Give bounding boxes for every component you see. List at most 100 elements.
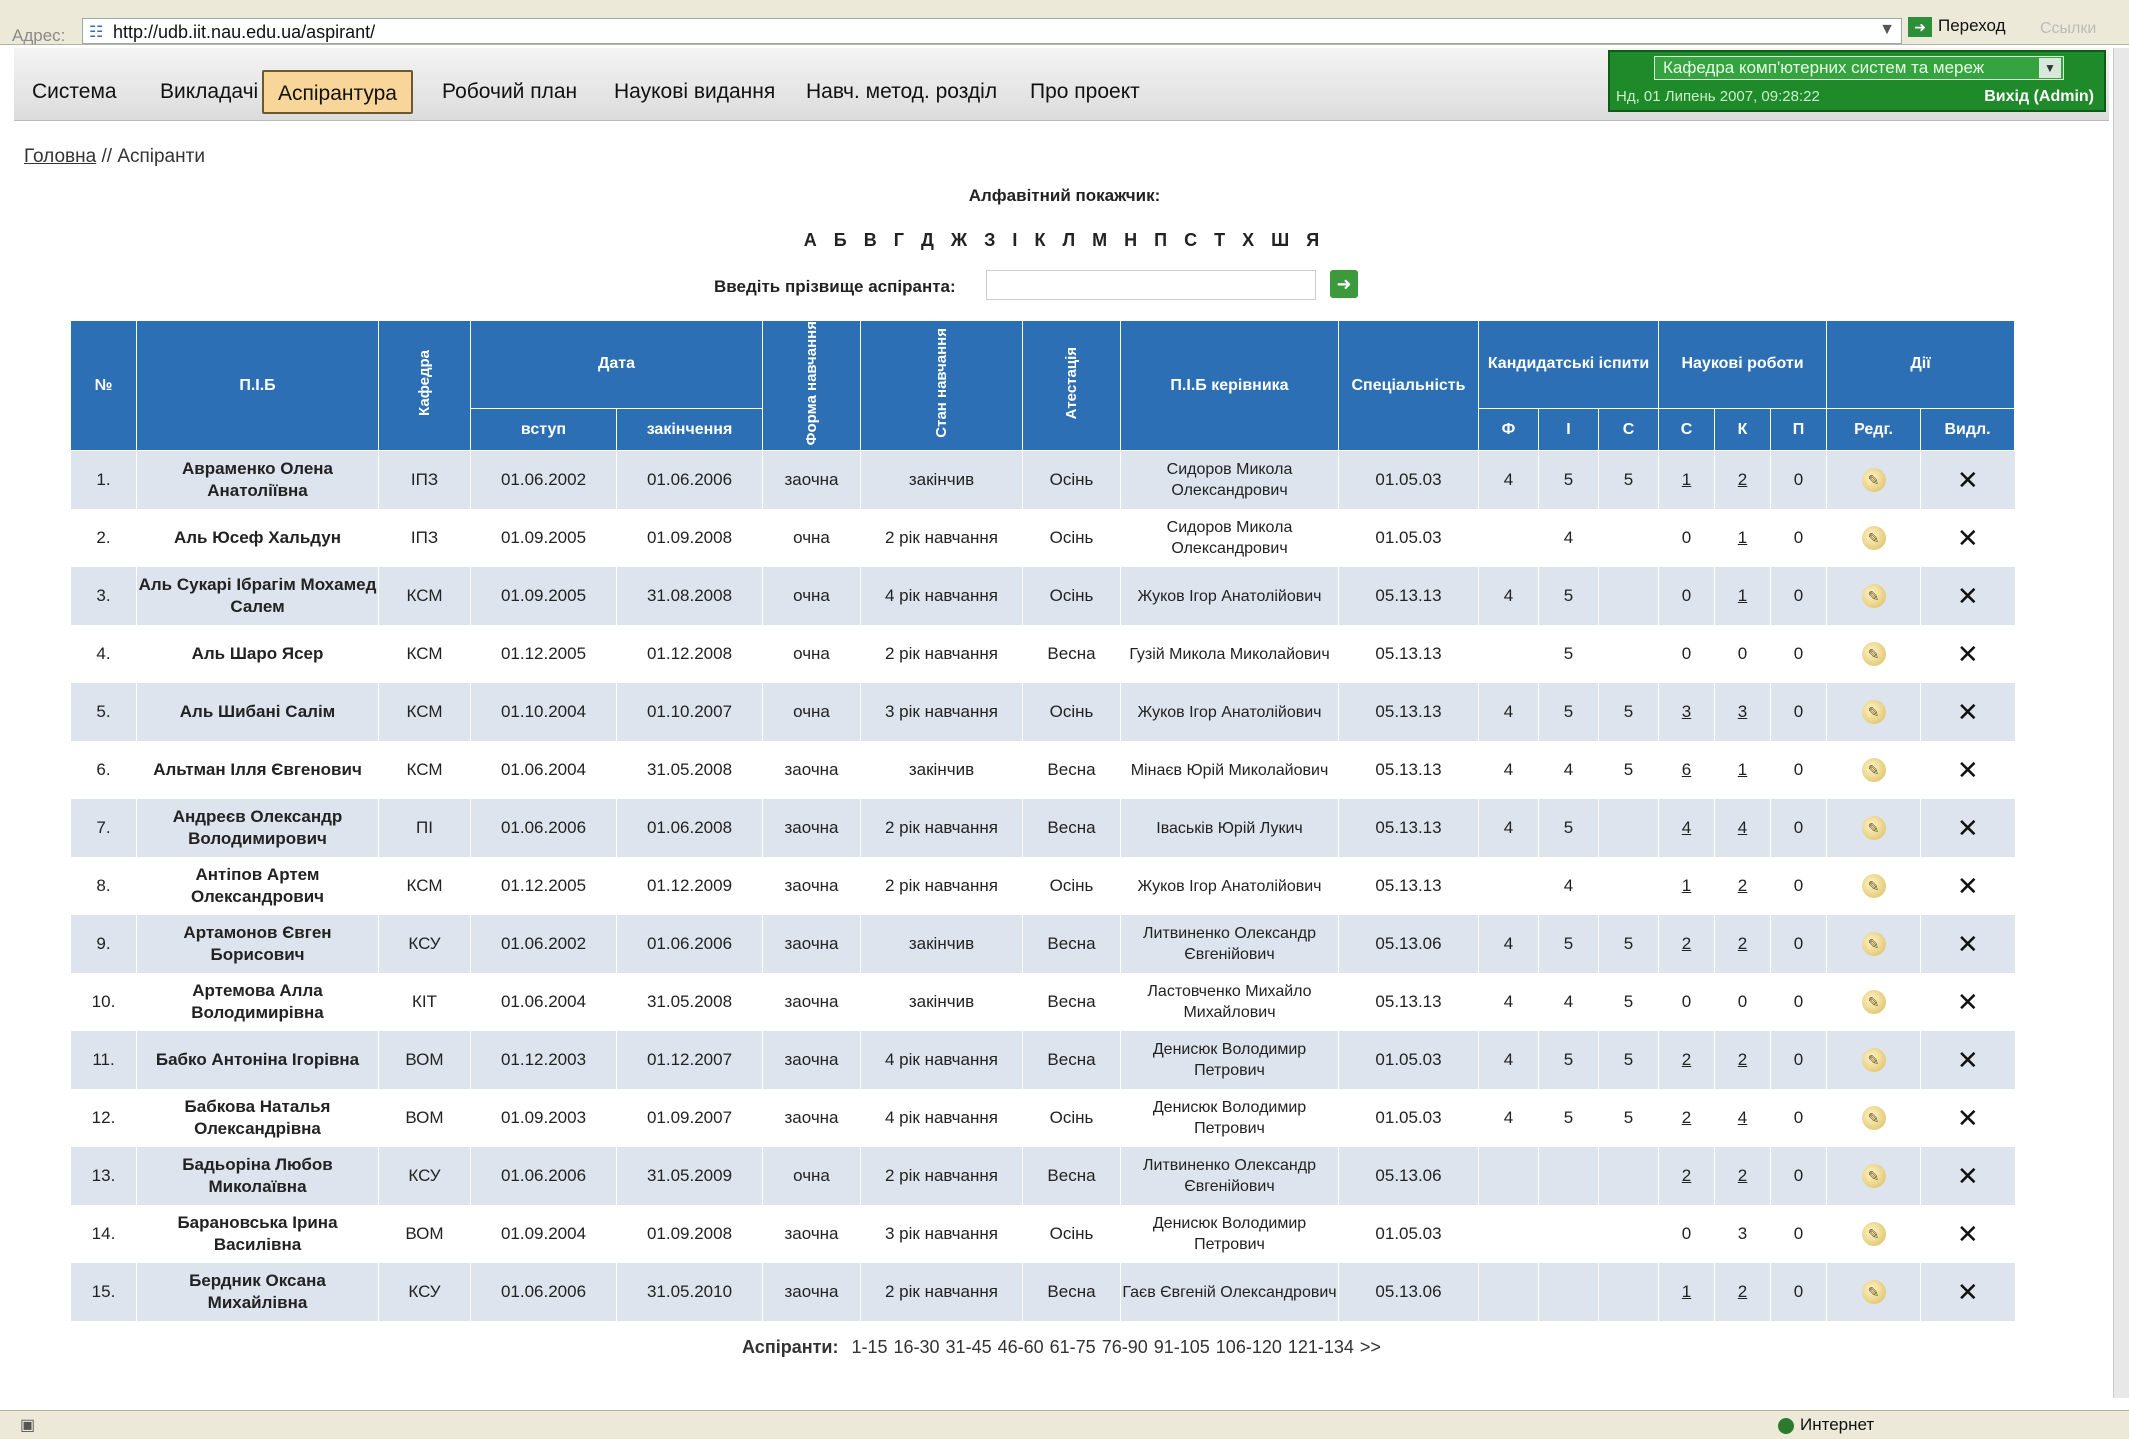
work-s-value[interactable]: 1 bbox=[1682, 1282, 1691, 1301]
col-supervisor[interactable]: П.І.Б керівника bbox=[1120, 319, 1339, 452]
work-s-value[interactable]: 6 bbox=[1682, 760, 1691, 779]
logout-link[interactable]: Вихід (Admin) bbox=[1984, 88, 2094, 106]
chevron-down-icon[interactable]: ▼ bbox=[1879, 21, 1895, 39]
work-s-value[interactable]: 2 bbox=[1682, 1050, 1691, 1069]
work-k-value[interactable]: 2 bbox=[1738, 876, 1747, 895]
work-s-value[interactable]: 2 bbox=[1682, 1108, 1691, 1127]
col-dept[interactable]: Кафедра bbox=[378, 319, 471, 452]
cell-name[interactable]: Бадьоріна Любов Миколаївна bbox=[136, 1147, 379, 1206]
alphabet-letter[interactable]: В bbox=[864, 230, 883, 250]
cell-name[interactable]: Бабкова Наталья Олександрівна bbox=[136, 1089, 379, 1148]
alphabet-letter[interactable]: Ж bbox=[951, 230, 973, 250]
alphabet-letter[interactable]: Т bbox=[1214, 230, 1231, 250]
work-k-value[interactable]: 2 bbox=[1738, 934, 1747, 953]
delete-icon[interactable]: ✕ bbox=[1957, 523, 1979, 553]
delete-icon[interactable]: ✕ bbox=[1957, 871, 1979, 901]
page-link[interactable]: 91-105 bbox=[1154, 1337, 1210, 1357]
alphabet-letter[interactable]: К bbox=[1034, 230, 1051, 250]
delete-icon[interactable]: ✕ bbox=[1957, 813, 1979, 843]
work-k-value[interactable]: 1 bbox=[1738, 528, 1747, 547]
alphabet-letter[interactable]: Я bbox=[1306, 230, 1325, 250]
cell-name[interactable]: Бабко Антоніна Ігорівна bbox=[136, 1031, 379, 1090]
page-link[interactable]: 31-45 bbox=[946, 1337, 992, 1357]
delete-icon[interactable]: ✕ bbox=[1957, 465, 1979, 495]
delete-icon[interactable]: ✕ bbox=[1957, 1219, 1979, 1249]
work-k-value[interactable]: 3 bbox=[1738, 702, 1747, 721]
delete-icon[interactable]: ✕ bbox=[1957, 1161, 1979, 1191]
page-link[interactable]: 46-60 bbox=[998, 1337, 1044, 1357]
cell-name[interactable]: Аль Сукарі Ібрагім Мохамед Салем bbox=[136, 567, 379, 626]
alphabet-letter[interactable]: Ш bbox=[1271, 230, 1295, 250]
alphabet-letter[interactable]: З bbox=[984, 230, 1001, 250]
edit-icon[interactable]: ✎ bbox=[1861, 758, 1886, 783]
cell-name[interactable]: Аль Юсеф Хальдун bbox=[136, 509, 379, 568]
delete-icon[interactable]: ✕ bbox=[1957, 1277, 1979, 1307]
work-s-value[interactable]: 2 bbox=[1682, 934, 1691, 953]
nav-item-publications[interactable]: Наукові видання bbox=[600, 70, 789, 114]
nav-item-teachers[interactable]: Викладачі bbox=[146, 70, 272, 114]
edit-icon[interactable]: ✎ bbox=[1861, 874, 1886, 899]
page-link[interactable]: >> bbox=[1360, 1337, 1381, 1357]
alphabet-letter[interactable]: І bbox=[1012, 230, 1023, 250]
cell-name[interactable]: Артамонов Євген Борисович bbox=[136, 915, 379, 974]
work-s-value[interactable]: 1 bbox=[1682, 470, 1691, 489]
edit-icon[interactable]: ✎ bbox=[1861, 584, 1886, 609]
page-link[interactable]: 1-15 bbox=[851, 1337, 887, 1357]
work-k-value[interactable]: 2 bbox=[1738, 1050, 1747, 1069]
cell-name[interactable]: Авраменко Олена Анатоліївна bbox=[136, 450, 379, 510]
col-form[interactable]: Форма навчання bbox=[762, 319, 861, 452]
breadcrumb-home[interactable]: Головна bbox=[24, 146, 96, 167]
page-link[interactable]: 76-90 bbox=[1102, 1337, 1148, 1357]
edit-icon[interactable]: ✎ bbox=[1861, 1048, 1886, 1073]
col-name[interactable]: П.І.Б bbox=[136, 319, 379, 452]
delete-icon[interactable]: ✕ bbox=[1957, 987, 1979, 1017]
alphabet-letter[interactable]: Х bbox=[1242, 230, 1260, 250]
alphabet-letter[interactable]: Л bbox=[1062, 230, 1081, 250]
col-attest[interactable]: Атестація bbox=[1022, 319, 1121, 452]
chevron-down-icon[interactable]: ▼ bbox=[2039, 58, 2061, 78]
page-link[interactable]: 16-30 bbox=[894, 1337, 940, 1357]
alphabet-letter[interactable]: М bbox=[1092, 230, 1113, 250]
work-k-value[interactable]: 2 bbox=[1738, 470, 1747, 489]
alphabet-letter[interactable]: Н bbox=[1124, 230, 1143, 250]
delete-icon[interactable]: ✕ bbox=[1957, 755, 1979, 785]
work-k-value[interactable]: 1 bbox=[1738, 760, 1747, 779]
nav-item-about[interactable]: Про проект bbox=[1016, 70, 1154, 114]
cell-name[interactable]: Бердник Оксана Михайлівна bbox=[136, 1263, 379, 1322]
col-date-end[interactable]: закінчення bbox=[616, 407, 763, 452]
delete-icon[interactable]: ✕ bbox=[1957, 929, 1979, 959]
edit-icon[interactable]: ✎ bbox=[1861, 642, 1886, 667]
alphabet-letter[interactable]: А bbox=[804, 230, 823, 250]
work-k-value[interactable]: 1 bbox=[1738, 586, 1747, 605]
edit-icon[interactable]: ✎ bbox=[1861, 1222, 1886, 1247]
delete-icon[interactable]: ✕ bbox=[1957, 1045, 1979, 1075]
alphabet-letter[interactable]: Б bbox=[834, 230, 853, 250]
surname-search-input[interactable] bbox=[986, 270, 1316, 300]
work-s-value[interactable]: 1 bbox=[1682, 876, 1691, 895]
work-k-value[interactable]: 2 bbox=[1738, 1166, 1747, 1185]
edit-icon[interactable]: ✎ bbox=[1861, 526, 1886, 551]
cell-name[interactable]: Артемова Алла Володимирівна bbox=[136, 973, 379, 1032]
cell-name[interactable]: Аль Шаро Ясер bbox=[136, 625, 379, 684]
edit-icon[interactable]: ✎ bbox=[1861, 468, 1886, 493]
address-input[interactable]: ☷ http://udb.iit.nau.edu.ua/aspirant/ ▼ bbox=[82, 18, 1902, 44]
page-link[interactable]: 61-75 bbox=[1050, 1337, 1096, 1357]
work-k-value[interactable]: 4 bbox=[1738, 818, 1747, 837]
delete-icon[interactable]: ✕ bbox=[1957, 1103, 1979, 1133]
cell-name[interactable]: Барановська Ірина Василівна bbox=[136, 1205, 379, 1264]
work-s-value[interactable]: 4 bbox=[1682, 818, 1691, 837]
work-s-value[interactable]: 3 bbox=[1682, 702, 1691, 721]
edit-icon[interactable]: ✎ bbox=[1861, 816, 1886, 841]
alphabet-letter[interactable]: П bbox=[1154, 230, 1173, 250]
col-status[interactable]: Стан навчання bbox=[860, 319, 1023, 452]
alphabet-letter[interactable]: С bbox=[1184, 230, 1203, 250]
edit-icon[interactable]: ✎ bbox=[1861, 1164, 1886, 1189]
edit-icon[interactable]: ✎ bbox=[1861, 1106, 1886, 1131]
work-s-value[interactable]: 2 bbox=[1682, 1166, 1691, 1185]
delete-icon[interactable]: ✕ bbox=[1957, 581, 1979, 611]
page-link[interactable]: 121-134 bbox=[1288, 1337, 1354, 1357]
alphabet-letter[interactable]: Д bbox=[921, 230, 940, 250]
edit-icon[interactable]: ✎ bbox=[1861, 990, 1886, 1015]
nav-item-teaching-methods[interactable]: Навч. метод. розділ bbox=[792, 70, 1011, 114]
delete-icon[interactable]: ✕ bbox=[1957, 697, 1979, 727]
